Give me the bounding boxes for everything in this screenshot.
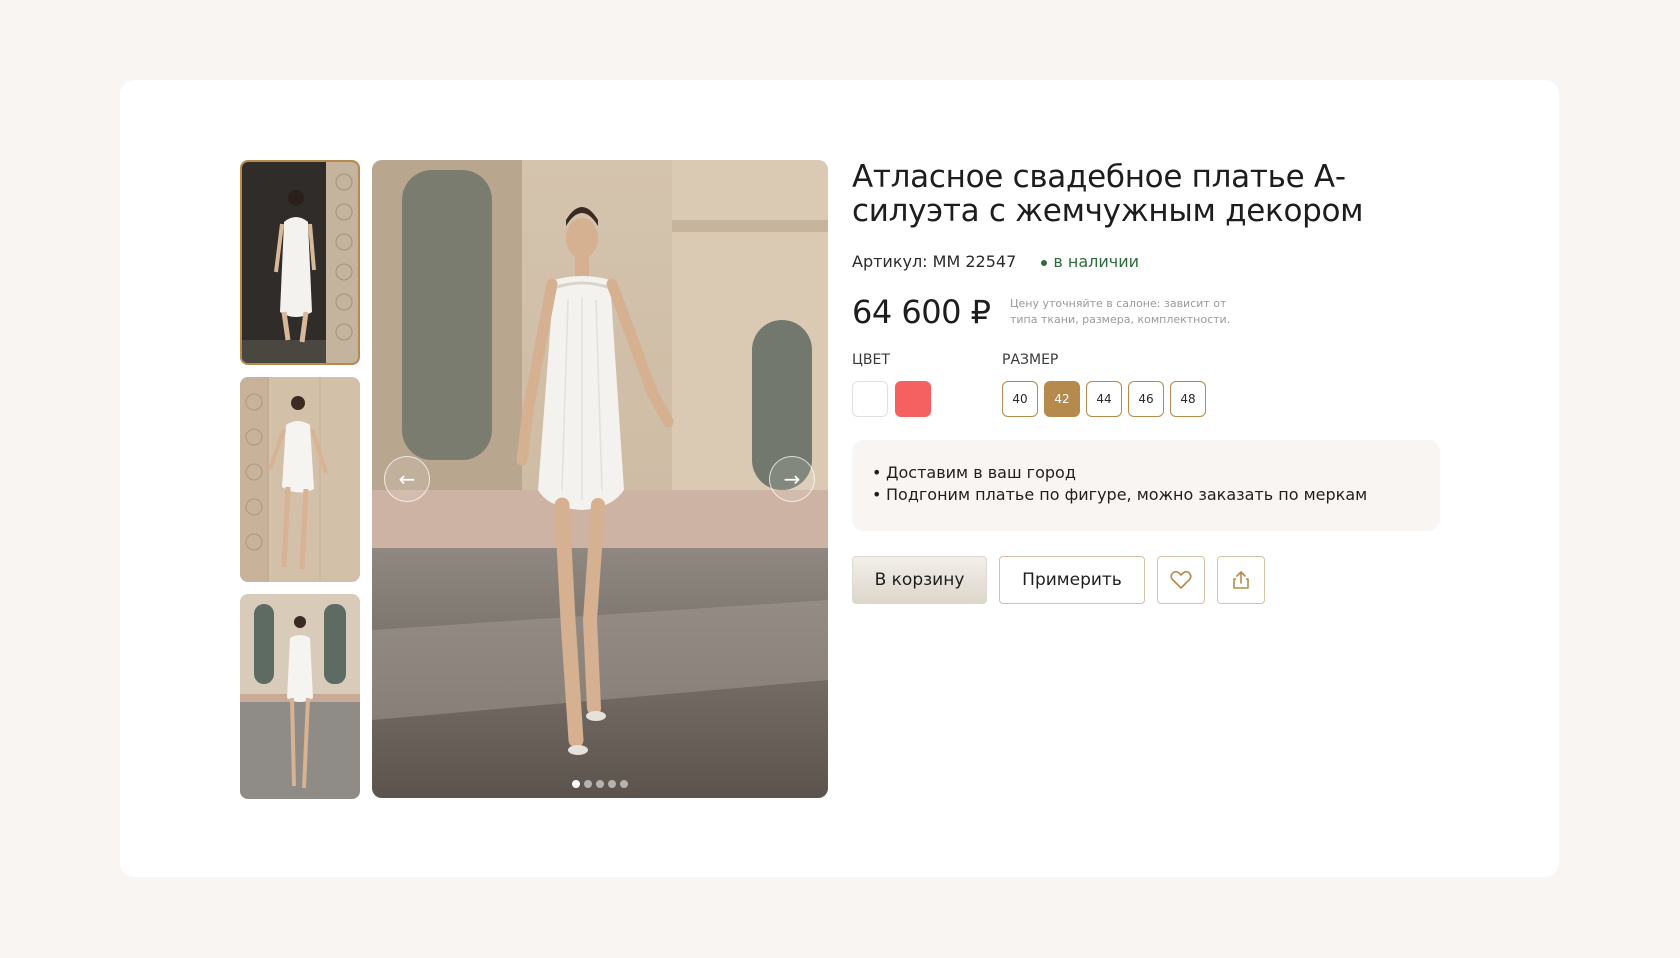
- favorite-button[interactable]: [1157, 556, 1205, 604]
- size-option-48[interactable]: 48: [1170, 381, 1206, 417]
- thumbnail-wall-pose[interactable]: [240, 377, 360, 582]
- product-title: Атласное свадебное платье А-силуэта с же…: [852, 159, 1364, 229]
- color-swatch-white[interactable]: [852, 381, 888, 417]
- product-meta: Артикул: ММ 22547 в наличии: [852, 252, 1139, 271]
- try-on-button[interactable]: Примерить: [999, 556, 1145, 604]
- stock-status: в наличии: [1041, 252, 1139, 271]
- size-option-46[interactable]: 46: [1128, 381, 1164, 417]
- stock-dot-icon: [1041, 259, 1048, 266]
- product-card: ← → Атласное свадебное платье А-силуэта …: [120, 80, 1559, 877]
- benefits-box: Доставим в ваш город Подгоним платье по …: [852, 440, 1440, 531]
- size-option-44[interactable]: 44: [1086, 381, 1122, 417]
- size-label: РАЗМЕР: [1002, 352, 1059, 368]
- thumbnail-full-length[interactable]: [240, 594, 360, 799]
- arrow-left-icon: ←: [398, 467, 416, 491]
- thumbnail-image: [240, 594, 360, 799]
- size-option-42[interactable]: 42: [1044, 381, 1080, 417]
- article-value: ММ 22547: [932, 252, 1017, 271]
- color-swatch-coral[interactable]: [895, 381, 931, 417]
- arrow-right-icon: →: [783, 467, 801, 491]
- heart-icon: [1170, 570, 1192, 589]
- share-icon: [1233, 571, 1249, 589]
- price-note: Цену уточняйте в салоне: зависит от типа…: [1010, 297, 1231, 326]
- gallery-dot[interactable]: [608, 780, 616, 788]
- color-label: ЦВЕТ: [852, 352, 890, 368]
- add-to-cart-button[interactable]: В корзину: [852, 556, 987, 604]
- main-image-photo: [372, 160, 828, 798]
- gallery-pagination: [372, 780, 828, 788]
- product-info: Атласное свадебное платье А-силуэта с же…: [852, 159, 1452, 604]
- gallery-dot[interactable]: [572, 780, 580, 788]
- benefit-item: Доставим в ваш город: [886, 462, 1440, 484]
- gallery-next-button[interactable]: →: [769, 456, 815, 502]
- size-option-40[interactable]: 40: [1002, 381, 1038, 417]
- thumbnail-image: [240, 377, 360, 582]
- article-label: Артикул:: [852, 252, 928, 271]
- gallery-dot[interactable]: [620, 780, 628, 788]
- thumbnail-back-view[interactable]: [240, 160, 360, 365]
- main-product-image[interactable]: ← →: [372, 160, 828, 798]
- stock-label: в наличии: [1053, 252, 1140, 271]
- gallery-prev-button[interactable]: ←: [384, 456, 430, 502]
- thumbnail-image: [242, 162, 358, 363]
- gallery-dot[interactable]: [584, 780, 592, 788]
- product-price: 64 600 ₽: [852, 293, 991, 331]
- benefit-item: Подгоним платье по фигуре, можно заказат…: [886, 484, 1440, 506]
- share-button[interactable]: [1217, 556, 1265, 604]
- gallery-dot[interactable]: [596, 780, 604, 788]
